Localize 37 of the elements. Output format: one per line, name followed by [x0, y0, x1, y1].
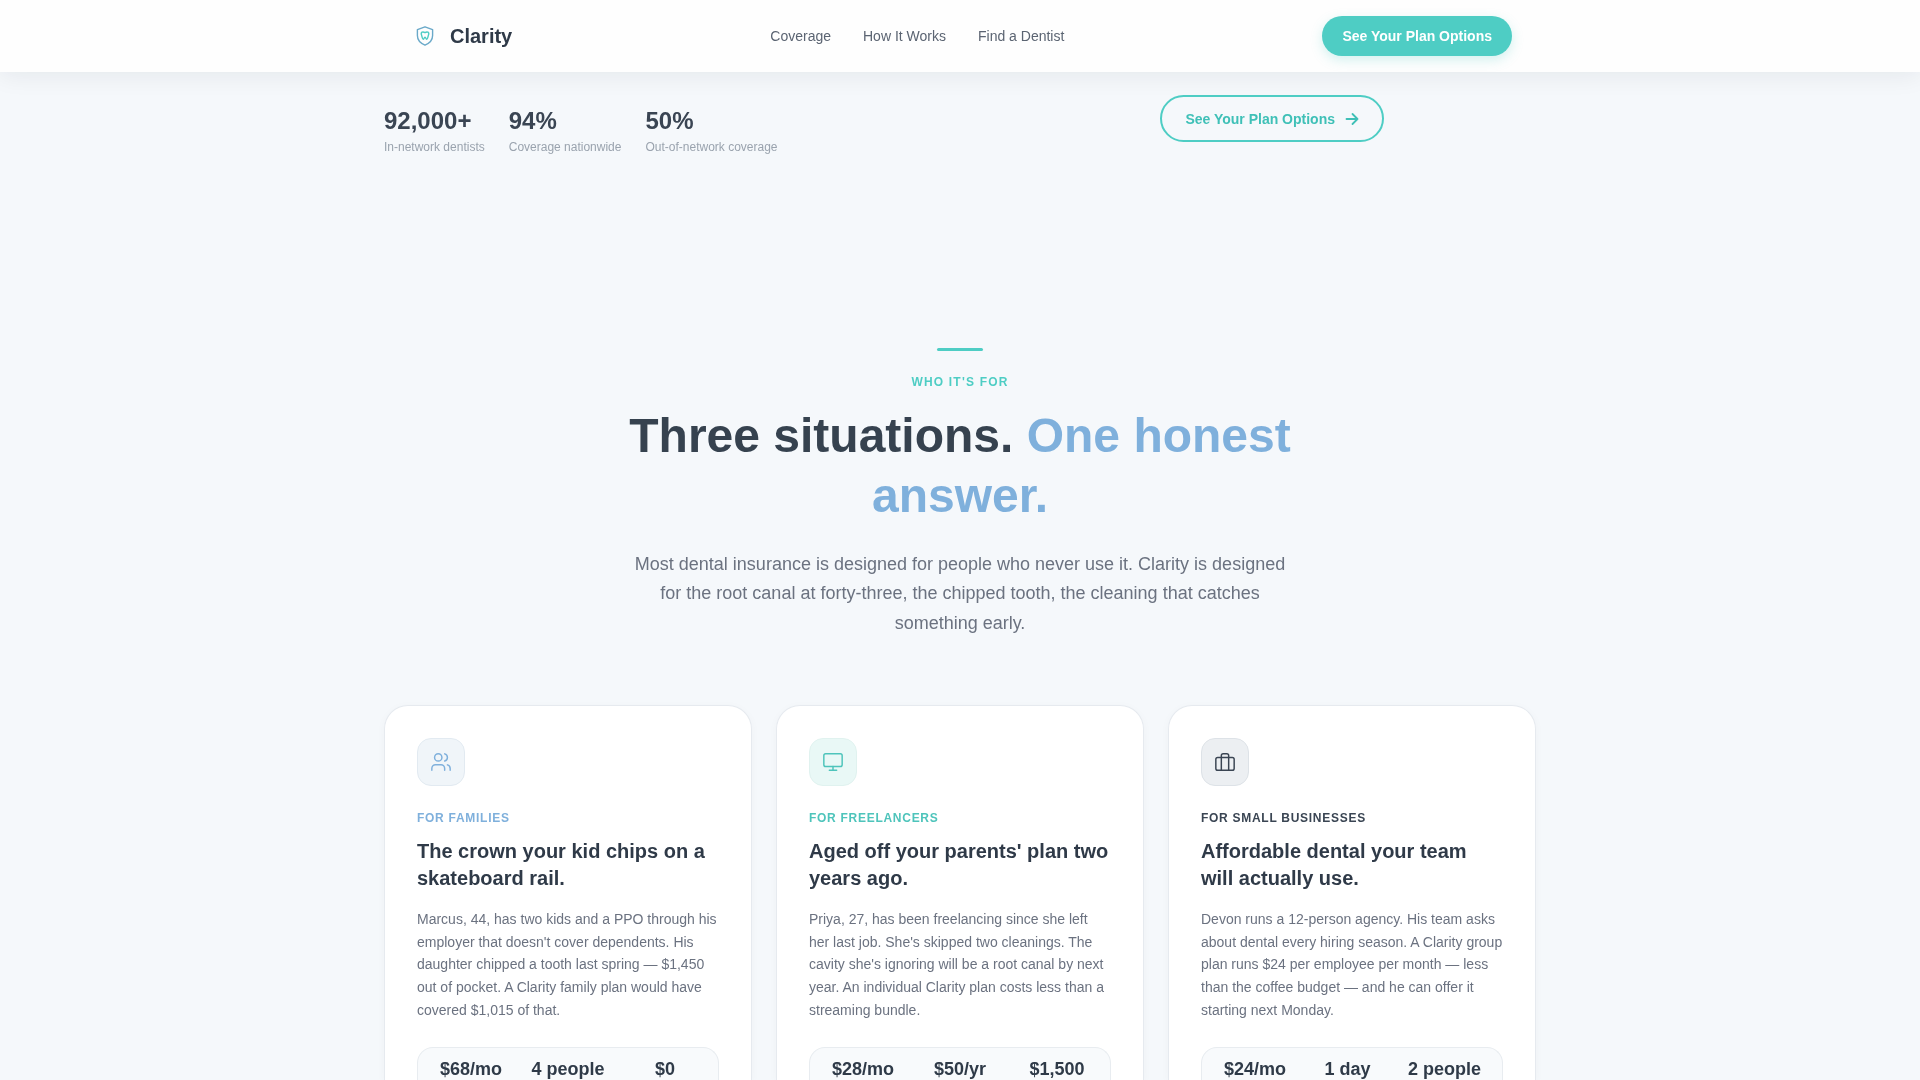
stat-label: Out-of-network coverage [645, 139, 778, 155]
card-stat-value: $24/mo [1223, 1059, 1287, 1078]
card-stat-value: $68/mo [439, 1059, 503, 1078]
stat-value: 94% [508, 106, 558, 136]
card-title: Affordable dental your team will actually use. [1201, 838, 1468, 891]
nav-link[interactable]: How It Works [863, 26, 946, 46]
stat-value: 50% [645, 106, 695, 136]
tooth-shield-icon[interactable] [416, 26, 434, 46]
card-eyebrow: FOR FREELANCERS [809, 809, 940, 826]
card-body: Priya, 27, has been freelancing since she left her last job. She's skipped two cleanings. The cavity she's ignoring will be a root canal by next year. An individual Clarity plan costs less than a streaming bundle. [809, 909, 1105, 1020]
stat-label: In-network dentists [384, 139, 485, 155]
people-icon [417, 737, 465, 786]
stat-value: 92,000+ [384, 106, 473, 136]
card-eyebrow: FOR SMALL BUSINESSES [1201, 809, 1367, 826]
card-stat-value: 1 day [1323, 1059, 1372, 1078]
card-stat-value: $1,500 [1028, 1059, 1086, 1078]
section-eyebrow: WHO IT'S FOR [911, 374, 1009, 390]
briefcase-icon [1201, 737, 1249, 786]
card-eyebrow: FOR FAMILIES [417, 809, 511, 826]
section-heading: Three situations. One honest answer. [628, 408, 1292, 524]
brand-name[interactable]: Clarity [450, 22, 513, 50]
nav-link[interactable]: Coverage [770, 26, 831, 46]
card-title: The crown your kid chips on a skateboard rail. [417, 838, 706, 891]
card-stat-value: $0 [654, 1059, 676, 1078]
card-body: Marcus, 44, has two kids and a PPO through his employer that doesn't cover dependents. His daughter chipped a tooth last spring — $1,450 out of pocket. A Clarity family plan would have covered $1,015 of that. [417, 909, 718, 1020]
nav-link[interactable]: Find a Dentist [977, 26, 1065, 46]
card-body: Devon runs a 12-person agency. His team asks about dental every hiring season. A Clarity group plan runs $24 per employee per month — less than the coffee budget — and he can offer it starting next Monday. [1201, 909, 1503, 1020]
arrow-right-icon [1345, 111, 1359, 126]
card-title: Aged off your parents' plan two years ago. [809, 838, 1110, 891]
card-stat-value: 2 people [1407, 1059, 1481, 1078]
stat-label: Coverage nationwide [508, 139, 622, 155]
monitor-icon [809, 737, 857, 786]
card-stat-value: $28/mo [831, 1059, 895, 1078]
card-stat-value: 4 people [531, 1059, 605, 1078]
card-stat-value: $50/yr [932, 1059, 988, 1078]
section-intro: Most dental insurance is designed for people who never use it. Clarity is designed for the root canal at forty-three, the chipped tooth, the cleaning that catches something early. [633, 553, 1287, 635]
accent-divider [937, 348, 983, 351]
